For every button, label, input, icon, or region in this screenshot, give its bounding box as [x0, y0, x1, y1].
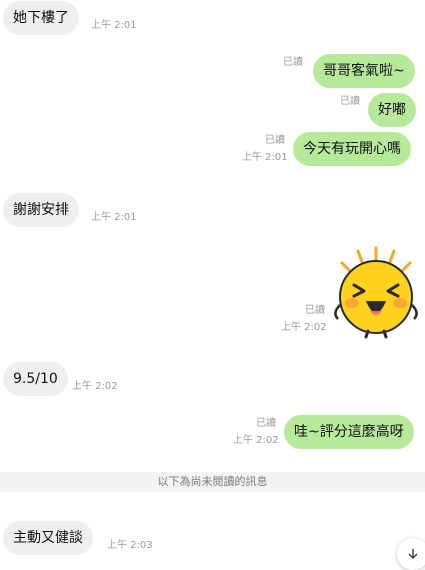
- message-time: 上午 2:02: [233, 435, 279, 446]
- scroll-to-bottom-button[interactable]: [397, 538, 425, 570]
- message-time: 上午 2:03: [107, 540, 153, 551]
- message-time: 上午 2:01: [91, 20, 137, 31]
- read-receipt: 已讀: [283, 57, 303, 68]
- read-receipt: 已讀: [265, 135, 285, 146]
- message-time: 上午 2:01: [242, 152, 288, 163]
- message-bubble-incoming[interactable]: 謝謝安排: [3, 193, 79, 227]
- arrow-down-icon: [407, 546, 419, 561]
- message-bubble-outgoing[interactable]: 哇~評分這麼高呀: [284, 415, 414, 449]
- message-bubble-incoming[interactable]: 9.5/10: [3, 362, 68, 396]
- message-bubble-outgoing[interactable]: 今天有玩開心嗎: [293, 132, 411, 166]
- read-receipt: 已讀: [256, 418, 276, 429]
- message-bubble-incoming[interactable]: 她下樓了: [3, 1, 79, 35]
- message-time: 上午 2:02: [281, 322, 327, 333]
- laughing-sun-sticker[interactable]: [330, 245, 422, 339]
- message-bubble-incoming[interactable]: 主動又健談: [3, 521, 93, 555]
- unread-divider: 以下為尚未閱讀的訊息: [0, 472, 425, 492]
- read-receipt: 已讀: [340, 96, 360, 107]
- message-bubble-outgoing[interactable]: 好嘟: [368, 93, 416, 127]
- message-time: 上午 2:01: [91, 212, 137, 223]
- message-time: 上午 2:02: [72, 381, 118, 392]
- message-bubble-outgoing[interactable]: 哥哥客氣啦~: [313, 54, 415, 88]
- read-receipt: 已讀: [305, 305, 325, 316]
